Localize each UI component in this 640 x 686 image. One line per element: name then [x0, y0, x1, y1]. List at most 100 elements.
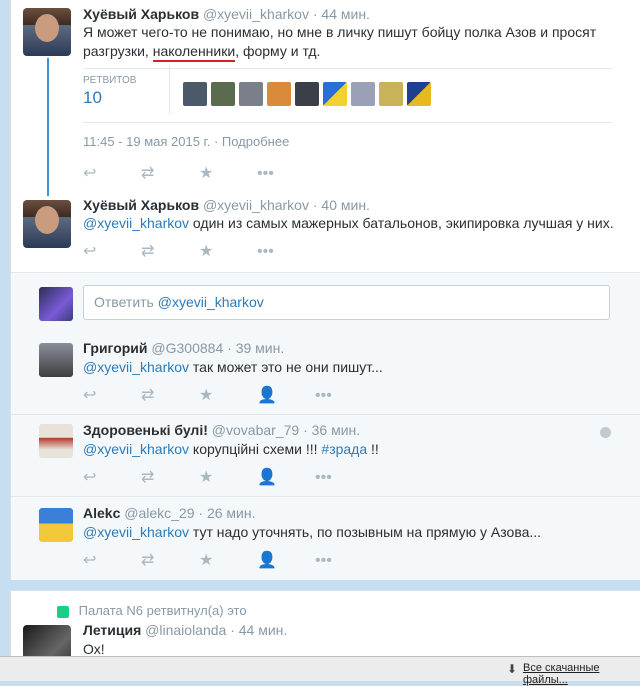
mention-link[interactable]: @xyevii_kharkov — [83, 359, 189, 375]
reply-placeholder: Ответить @xyevii_kharkov — [94, 294, 264, 310]
tweet-author-name[interactable]: Летиция — [83, 622, 141, 638]
retweeter-avatars — [183, 82, 435, 109]
mention-link[interactable]: @xyevii_kharkov — [83, 524, 189, 540]
reply-author-name[interactable]: Григорий — [83, 340, 148, 356]
retweets-label: РЕТВИТОВ — [83, 75, 137, 86]
thread-line — [47, 58, 49, 196]
favorite-icon[interactable]: ★ — [199, 553, 257, 569]
follow-icon[interactable]: 👤 — [257, 553, 315, 569]
tweet-author-handle[interactable]: @xyevii_kharkov — [203, 197, 309, 213]
reply-text: @xyevii_kharkov тут надо уточнять, по по… — [83, 524, 541, 540]
tweet-author-name[interactable]: Хуёвый Харьков — [83, 6, 199, 22]
tweet-text-part: разгрузки, — [83, 43, 153, 59]
retweeter-avatar[interactable] — [295, 82, 319, 106]
more-icon[interactable]: ••• — [315, 470, 373, 486]
favorite-icon[interactable]: ★ — [199, 166, 257, 182]
retweets-count[interactable]: 10 — [83, 88, 102, 108]
reply-text: @xyevii_kharkov корупційні схеми !!! #зр… — [83, 441, 379, 457]
retweeter-avatar[interactable] — [379, 82, 403, 106]
reply-author-name[interactable]: Здоровенькі булі! — [83, 422, 208, 438]
divider — [83, 68, 612, 69]
reply-author-handle[interactable]: @vovabar_79 — [212, 422, 299, 438]
tweet-timestamp[interactable]: 11:45 - 19 мая 2015 г. — [83, 134, 210, 149]
retweet-indicator-icon — [57, 605, 69, 618]
reply-mention: @xyevii_kharkov — [157, 294, 264, 310]
more-icon[interactable]: ••• — [257, 166, 315, 182]
retweet-icon[interactable]: ⇄ — [141, 244, 199, 260]
favorite-icon[interactable]: ★ — [199, 244, 257, 260]
reply-time[interactable]: · 36 мин. — [303, 422, 360, 438]
tweet-text: Ох! — [83, 641, 105, 657]
retweeter-avatar[interactable] — [323, 82, 347, 106]
reply-author-handle[interactable]: @alekc_29 — [124, 505, 194, 521]
follow-icon[interactable]: 👤 — [257, 470, 315, 486]
reply-text-body: корупційні схеми !!! — [192, 441, 318, 457]
details-link[interactable]: · Подробнее — [214, 134, 289, 149]
retweet-icon[interactable]: ⇄ — [141, 470, 199, 486]
avatar[interactable] — [23, 8, 71, 56]
divider — [83, 122, 612, 123]
retweeter-avatar[interactable] — [211, 82, 235, 106]
more-icon[interactable]: ••• — [315, 388, 373, 404]
download-bar: ⬇ Все скачанные файлы... — [0, 656, 640, 686]
retweeter-avatar[interactable] — [239, 82, 263, 106]
tweet-time[interactable]: · 44 мин. — [230, 622, 287, 638]
conversation-card: Хуёвый Харьков @xyevii_kharkov · 44 мин.… — [10, 0, 640, 580]
download-icon: ⬇ — [507, 662, 518, 676]
retweeter-avatar[interactable] — [267, 82, 291, 106]
retweeter-avatar[interactable] — [407, 82, 431, 106]
avatar[interactable] — [39, 343, 73, 377]
reply-icon[interactable]: ↩ — [83, 553, 141, 569]
reply-text: @xyevii_kharkov так может это не они пиш… — [83, 359, 383, 375]
mention-link[interactable]: @xyevii_kharkov — [83, 215, 189, 231]
all-downloads-link[interactable]: Все скачанные файлы... — [523, 662, 640, 686]
reply-text-body: тут надо уточнять, по позывным на прямую… — [192, 524, 542, 540]
geo-icon — [600, 427, 611, 438]
reply-icon[interactable]: ↩ — [83, 388, 141, 404]
reply-icon[interactable]: ↩ — [83, 470, 141, 486]
retweet-icon[interactable]: ⇄ — [141, 166, 199, 182]
hashtag-link[interactable]: #зрада — [321, 441, 367, 457]
more-icon[interactable]: ••• — [315, 553, 373, 569]
more-icon[interactable]: ••• — [257, 244, 315, 260]
reply-text-tail: !! — [371, 441, 379, 457]
divider — [11, 496, 640, 497]
own-avatar — [39, 287, 73, 321]
retweet-icon[interactable]: ⇄ — [141, 553, 199, 569]
tweet-author-handle[interactable]: @xyevii_kharkov — [203, 6, 309, 22]
reply-author-name[interactable]: Alekc — [83, 505, 120, 521]
reply-icon[interactable]: ↩ — [83, 166, 141, 182]
reply-time[interactable]: · 26 мин. — [198, 505, 255, 521]
retweeter-avatar[interactable] — [183, 82, 207, 106]
avatar[interactable] — [23, 200, 71, 248]
reply-icon[interactable]: ↩ — [83, 244, 141, 260]
tweet-text-body: один из самых мажерных батальонов, экипи… — [192, 215, 614, 231]
avatar[interactable] — [39, 508, 73, 542]
avatar[interactable] — [39, 424, 73, 458]
divider — [11, 414, 640, 415]
underlined-word: наколенники — [152, 43, 236, 62]
tweet-text-part: , форму и тд. — [235, 43, 321, 59]
divider — [169, 66, 170, 114]
reply-text-body: так может это не они пишут... — [192, 359, 383, 375]
retweet-stats: РЕТВИТОВ 10 — [83, 66, 613, 122]
tweet-time[interactable]: · 44 мин. — [313, 6, 370, 22]
tweet-text-line1: Я может чего-то не понимаю, но мне в лич… — [83, 24, 597, 40]
retweeter-avatar[interactable] — [351, 82, 375, 106]
tweet-author-handle[interactable]: @linaiolanda — [145, 622, 226, 638]
tweet-text-line2: разгрузки, наколенники, форму и тд. — [83, 43, 321, 62]
reply-input[interactable]: Ответить @xyevii_kharkov — [83, 285, 610, 320]
retweeted-by[interactable]: Палата N6 ретвитнул(а) это — [79, 603, 247, 618]
reply-author-handle[interactable]: @G300884 — [151, 340, 223, 356]
tweet-time[interactable]: · 40 мин. — [313, 197, 370, 213]
tweet-text: @xyevii_kharkov один из самых мажерных б… — [83, 215, 614, 231]
favorite-icon[interactable]: ★ — [199, 470, 257, 486]
follow-icon[interactable]: 👤 — [257, 388, 315, 404]
favorite-icon[interactable]: ★ — [199, 388, 257, 404]
retweet-icon[interactable]: ⇄ — [141, 388, 199, 404]
mention-link[interactable]: @xyevii_kharkov — [83, 441, 189, 457]
replies-list: Григорий @G300884 · 39 мин. @xyevii_khar… — [11, 334, 640, 580]
reply-time[interactable]: · 39 мин. — [227, 340, 284, 356]
tweet-author-name[interactable]: Хуёвый Харьков — [83, 197, 199, 213]
timeline-tweet: Палата N6 ретвитнул(а) это Летиция @lina… — [10, 590, 640, 673]
